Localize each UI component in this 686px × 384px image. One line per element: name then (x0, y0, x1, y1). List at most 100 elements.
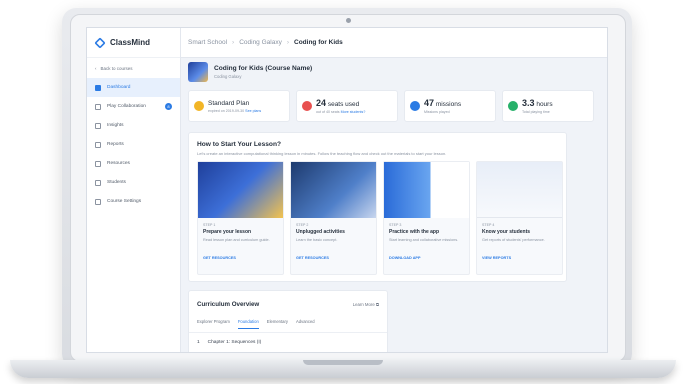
sidebar-item-resources[interactable]: Resources (87, 154, 180, 173)
course-subtitle: Coding Galaxy (214, 74, 242, 79)
hours-sub: Total playing time (522, 110, 550, 114)
sidebar-item-label: Resources (107, 161, 130, 166)
download-app-link[interactable]: DOWNLOAD APP (389, 256, 469, 260)
steps-row: STEP 1 Prepare your lesson Read lesson p… (197, 161, 563, 275)
missions-unit: missions (435, 101, 462, 108)
seats-value: 24 (316, 98, 327, 108)
missions-icon (410, 101, 420, 111)
breadcrumb: Smart School › Coding Galaxy › Coding fo… (181, 28, 607, 58)
seats-icon (302, 101, 312, 111)
step-number: STEP 4 (482, 223, 495, 227)
students-icon (95, 179, 101, 186)
step-title: Know your students (482, 229, 531, 235)
step-description: Start learning and collaborative mission… (389, 238, 459, 242)
step-card-1[interactable]: STEP 1 Prepare your lesson Read lesson p… (197, 161, 284, 275)
curriculum-overview-panel: Curriculum Overview Learn More ⧉ Explore… (188, 290, 388, 352)
step-4-image (477, 162, 562, 218)
chapter-title: Chapter 1: Sequences (I) (207, 340, 262, 345)
dashboard-icon (95, 84, 101, 91)
course-thumbnail (188, 62, 208, 82)
chevron-right-icon: › (286, 39, 290, 46)
app-screen: ClassMind ‹ Back to courses Dashboard Pl… (86, 27, 608, 353)
more-students-link[interactable]: More students? (341, 110, 366, 114)
chevron-right-icon: › (232, 39, 235, 46)
step-number: STEP 3 (389, 223, 402, 227)
step-2-image (291, 162, 376, 218)
step-3-image (384, 162, 469, 218)
divider (189, 332, 387, 333)
get-resources-link[interactable]: GET RESOURCES (203, 256, 283, 260)
how-to-start-panel: How to Start Your Lesson? Let's create a… (188, 132, 567, 282)
step-description: Read lesson plan and curriculum guide. (203, 238, 270, 242)
curriculum-tabs: Explorer Program Foundation Elementary A… (197, 319, 315, 329)
laptop-notch (303, 360, 383, 365)
settings-icon (95, 198, 101, 205)
play-icon (95, 103, 101, 110)
stats-row: Standard Plan expired on 2019-09-30 See … (181, 86, 607, 122)
sidebar-item-label: Play Collaboration (107, 104, 146, 109)
step-description: Learn the basic concept. (296, 238, 338, 242)
sidebar-item-play-collaboration[interactable]: Play Collaboration 8 (87, 97, 180, 116)
hours-icon (508, 101, 518, 111)
back-to-courses-link[interactable]: ‹ Back to courses (87, 58, 180, 78)
view-reports-link[interactable]: VIEW REPORTS (482, 256, 562, 260)
seats-unit: seats used (327, 101, 360, 108)
app-name: ClassMind (110, 38, 151, 47)
sidebar-item-label: Students (107, 180, 126, 185)
step-title: Prepare your lesson (203, 229, 252, 235)
chapter-number: 1 (197, 340, 200, 345)
tab-explorer-program[interactable]: Explorer Program (197, 319, 230, 329)
breadcrumb-item[interactable]: Smart School (188, 39, 227, 46)
step-1-image (198, 162, 283, 218)
curriculum-title: Curriculum Overview (197, 301, 260, 308)
chevron-left-icon: ‹ (95, 65, 97, 71)
how-description: Let's create an interactive computationa… (197, 151, 447, 156)
get-resources-link[interactable]: GET RESOURCES (296, 256, 376, 260)
main-content: Smart School › Coding Galaxy › Coding fo… (181, 28, 607, 352)
reports-icon (95, 141, 101, 148)
hours-unit: hours (536, 101, 553, 108)
tab-foundation[interactable]: Foundation (237, 319, 259, 329)
breadcrumb-current: Coding for Kids (294, 39, 343, 46)
learn-more-link[interactable]: Learn More ⧉ (353, 302, 379, 307)
step-title: Unplugged activities (296, 229, 345, 235)
breadcrumb-item[interactable]: Coding Galaxy (239, 39, 282, 46)
logo-row[interactable]: ClassMind (87, 28, 180, 58)
step-number: STEP 2 (296, 223, 309, 227)
chapter-row[interactable]: 1 Chapter 1: Sequences (I) (197, 340, 261, 345)
classmind-logo-icon (94, 36, 106, 49)
stat-card-hours: 3.3 hours Total playing time (502, 90, 594, 122)
learn-more-label: Learn More (352, 302, 375, 307)
step-card-4[interactable]: STEP 4 Know your students Get reports of… (476, 161, 563, 275)
camera-icon (346, 18, 351, 23)
tab-elementary[interactable]: Elementary (267, 319, 288, 329)
step-title: Practice with the app (389, 229, 440, 235)
see-plans-link[interactable]: See plans (245, 109, 261, 113)
step-card-3[interactable]: STEP 3 Practice with the app Start learn… (383, 161, 470, 275)
missions-sub: Missions played (424, 110, 450, 114)
sidebar-item-insights[interactable]: Insights (87, 116, 180, 135)
back-label: Back to courses (100, 65, 133, 71)
how-title: How to Start Your Lesson? (197, 141, 282, 148)
sidebar-item-students[interactable]: Students (87, 173, 180, 192)
sidebar-item-dashboard[interactable]: Dashboard (87, 78, 180, 97)
tab-advanced[interactable]: Advanced (296, 319, 315, 329)
plan-title: Standard Plan (208, 99, 250, 107)
sidebar-item-label: Dashboard (107, 85, 131, 90)
stat-card-seats: 24 seats used out of 40 seats More stude… (296, 90, 398, 122)
external-link-icon: ⧉ (375, 302, 379, 307)
missions-value: 47 (424, 98, 435, 108)
step-number: STEP 1 (203, 223, 216, 227)
sidebar-item-label: Insights (107, 123, 124, 128)
sidebar-item-label: Course Settings (107, 199, 142, 204)
step-card-2[interactable]: STEP 2 Unplugged activities Learn the ba… (290, 161, 377, 275)
plan-expiry: expired on 2019-09-30 (208, 108, 245, 113)
stat-card-missions: 47 missions Missions played (404, 90, 496, 122)
sidebar-item-course-settings[interactable]: Course Settings (87, 192, 180, 211)
sidebar-item-reports[interactable]: Reports (87, 135, 180, 154)
insights-icon (95, 122, 101, 129)
stat-card-plan: Standard Plan expired on 2019-09-30 See … (188, 90, 290, 122)
step-description: Get reports of students' performance. (482, 238, 545, 242)
notification-badge: 8 (165, 103, 172, 110)
plan-icon (194, 101, 204, 111)
